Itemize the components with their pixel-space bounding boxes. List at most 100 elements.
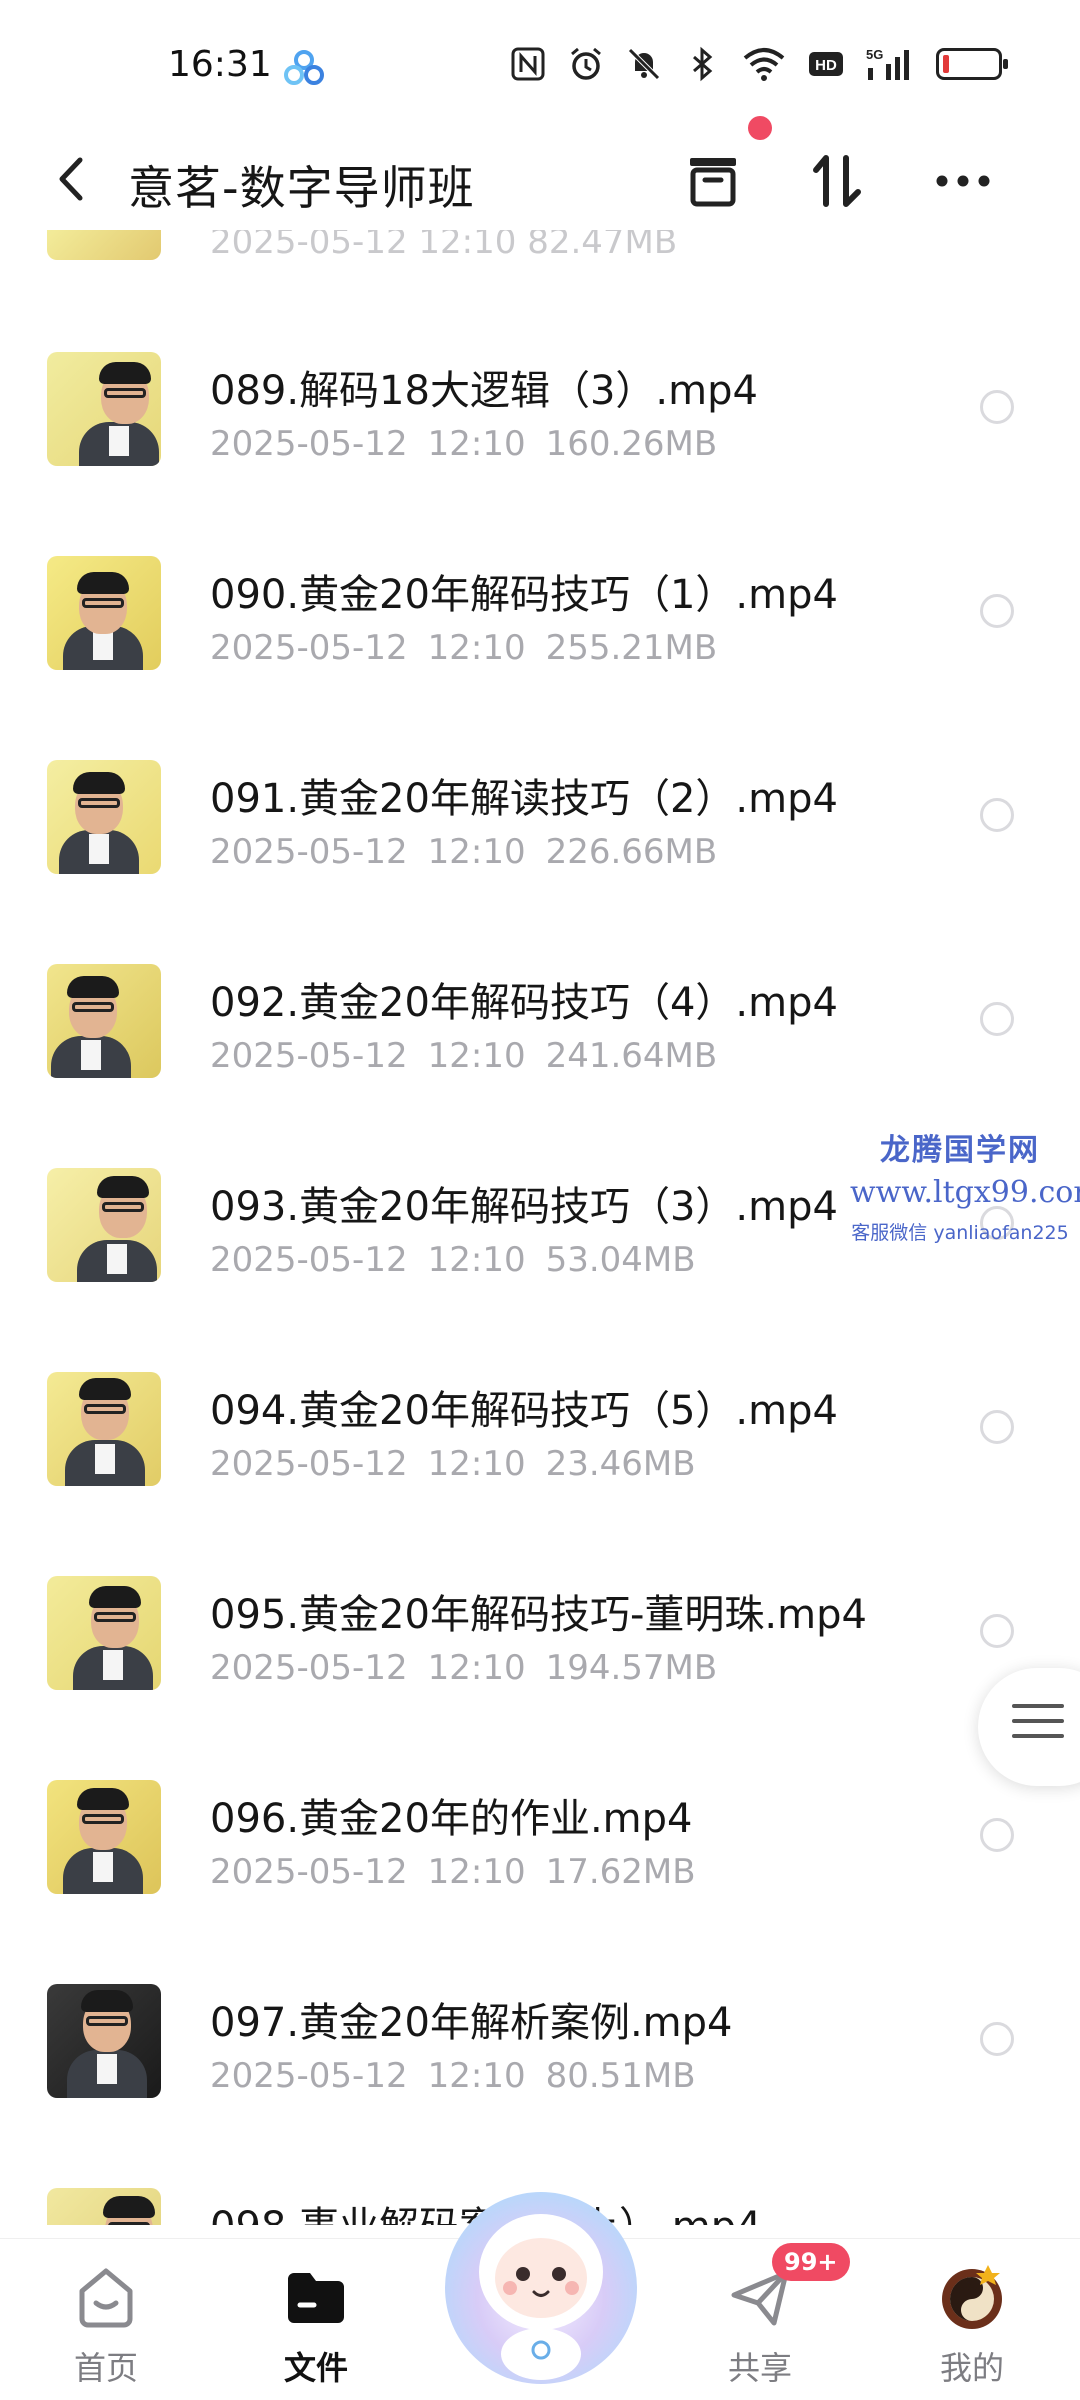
file-time: 12:10 [427,424,526,464]
select-radio[interactable] [980,1818,1014,1852]
video-thumbnail[interactable] [47,1168,161,1282]
folder-icon [288,2273,344,2323]
select-radio[interactable] [980,798,1014,832]
more-icon[interactable] [930,148,996,214]
video-thumbnail[interactable] [47,1780,161,1894]
file-size: 194.57MB [545,1648,718,1688]
nav-share-label: 共享 [727,2349,792,2387]
file-meta: 2025-05-12 12:10 194.57MB [210,1648,737,1688]
ai-assistant-avatar[interactable] [430,2168,652,2390]
file-date: 2025-05-12 [210,1444,408,1484]
file-date: 2025-05-12 [210,1648,408,1688]
file-row[interactable]: 090.黄金20年解码技巧（1）.mp4 2025-05-12 12:10 255.2… [0,556,1080,760]
back-arrow-icon[interactable] [52,152,88,206]
file-date: 2025-05-12 [210,1036,408,1076]
file-name: 094.黄金20年解码技巧（5）.mp4 [210,1388,838,1434]
video-thumbnail[interactable] [47,760,161,874]
alarm-icon [571,47,601,80]
file-date: 2025-05-12 [210,424,408,464]
file-time: 12:10 [427,628,526,668]
file-size: 255.21MB [545,628,718,668]
watermark-contact: 客服微信 yanliaofan225 [851,1222,1069,1244]
file-name: 096.黄金20年的作业.mp4 [210,1796,693,1842]
file-meta: 2025-05-12 12:10 226.66MB [210,832,737,872]
file-row[interactable]: 089.解码18大逻辑（3）.mp4 2025-05-12 12:10 160.26M… [0,352,1080,556]
watermark: 龙腾国学网 www.ltgx99.com 客服微信 yanliaofan225 [850,1125,1080,1245]
battery-icon [936,48,1008,80]
file-name: 097.黄金20年解析案例.mp4 [210,2000,733,2046]
nav-files-label: 文件 [283,2349,348,2387]
file-time: 12:10 [427,832,526,872]
file-row[interactable]: 095.黄金20年解码技巧-董明珠.mp4 2025-05-12 12:10 194.… [0,1576,1080,1780]
select-radio[interactable] [980,1002,1014,1036]
sort-icon[interactable] [804,148,870,214]
file-size: 17.62MB [545,1852,696,1892]
notification-dot [748,116,772,140]
file-meta: 2025-05-12 12:10 23.46MB [210,1444,716,1484]
file-date: 2025-05-12 [210,832,408,872]
clover-app-icon [284,50,324,85]
file-name: 089.解码18大逻辑（3）.mp4 [210,368,758,414]
nfc-icon [511,47,545,81]
file-date: 2025-05-12 [210,1852,408,1892]
video-thumbnail[interactable] [47,1576,161,1690]
file-date: 2025-05-12 [210,2056,408,2096]
status-bar: 16:31 HD 5G [0,0,1080,130]
select-radio[interactable] [980,594,1014,628]
nav-home[interactable]: 首页 [26,2239,186,2400]
video-thumbnail[interactable] [47,556,161,670]
watermark-title: 龙腾国学网 [880,1133,1040,1168]
file-meta: 2025-05-12 12:10 160.26MB [210,424,737,464]
file-meta: 2025-05-12 12:10 241.64MB [210,1036,737,1076]
video-thumbnail[interactable] [47,1984,161,2098]
file-name: 092.黄金20年解码技巧（4）.mp4 [210,980,838,1026]
share-badge: 99+ [772,2243,850,2281]
file-row[interactable]: 094.黄金20年解码技巧（5）.mp4 2025-05-12 12:10 23.46… [0,1372,1080,1576]
video-thumbnail[interactable] [47,2188,161,2225]
page-title: 意茗-数字导师班 [128,161,475,215]
file-name: 090.黄金20年解码技巧（1）.mp4 [210,572,838,618]
archive-icon[interactable] [680,148,746,214]
video-thumbnail[interactable] [47,352,161,466]
file-size: 160.26MB [545,424,718,464]
file-time: 12:10 [427,1240,526,1280]
file-name: 095.黄金20年解码技巧-董明珠.mp4 [210,1592,867,1638]
select-radio[interactable] [980,1614,1014,1648]
file-time: 12:10 [427,1852,526,1892]
select-radio[interactable] [980,390,1014,424]
wifi-icon [743,48,785,81]
bluetooth-icon [693,46,713,82]
file-meta: 2025-05-12 12:10 255.21MB [210,628,737,668]
file-meta: 2025-05-12 12:10 53.04MB [210,1240,716,1280]
nav-files[interactable]: 文件 [236,2239,396,2400]
video-thumbnail[interactable] [47,964,161,1078]
file-name: 091.黄金20年解读技巧（2）.mp4 [210,776,838,822]
file-size: 226.66MB [545,832,718,872]
nav-home-label: 首页 [73,2349,138,2387]
file-row[interactable]: 096.黄金20年的作业.mp4 2025-05-12 12:10 17.62MB [0,1780,1080,1984]
file-size: 53.04MB [545,1240,696,1280]
status-icons: HD 5G [510,46,1008,82]
nav-share[interactable]: 99+ 共享 [680,2239,850,2400]
nav-me[interactable]: 我的 [892,2239,1052,2400]
signal-icon: 5G [866,47,909,80]
file-meta: 2025-05-12 12:10 80.51MB [210,2056,716,2096]
file-row[interactable]: 091.黄金20年解读技巧（2）.mp4 2025-05-12 12:10 226.6… [0,760,1080,964]
file-date: 2025-05-12 [210,1240,408,1280]
file-time: 12:10 [427,1648,526,1688]
hamburger-icon [1012,1704,1064,1749]
nav-me-label: 我的 [939,2349,1004,2387]
file-date: 2025-05-12 [210,628,408,668]
avatar [942,2265,1002,2329]
file-row[interactable]: 097.黄金20年解析案例.mp4 2025-05-12 12:10 80.51MB [0,1984,1080,2188]
video-thumbnail[interactable] [47,1372,161,1486]
file-size: 241.64MB [545,1036,718,1076]
file-size: 23.46MB [545,1444,696,1484]
select-radio[interactable] [980,1410,1014,1444]
clock: 16:31 [168,44,272,85]
svg-text:5G: 5G [866,47,883,62]
select-radio[interactable] [980,2022,1014,2056]
top-app-bar: 意茗-数字导师班 [0,130,1080,230]
file-time: 12:10 [427,1444,526,1484]
file-name: 093.黄金20年解码技巧（3）.mp4 [210,1184,838,1230]
